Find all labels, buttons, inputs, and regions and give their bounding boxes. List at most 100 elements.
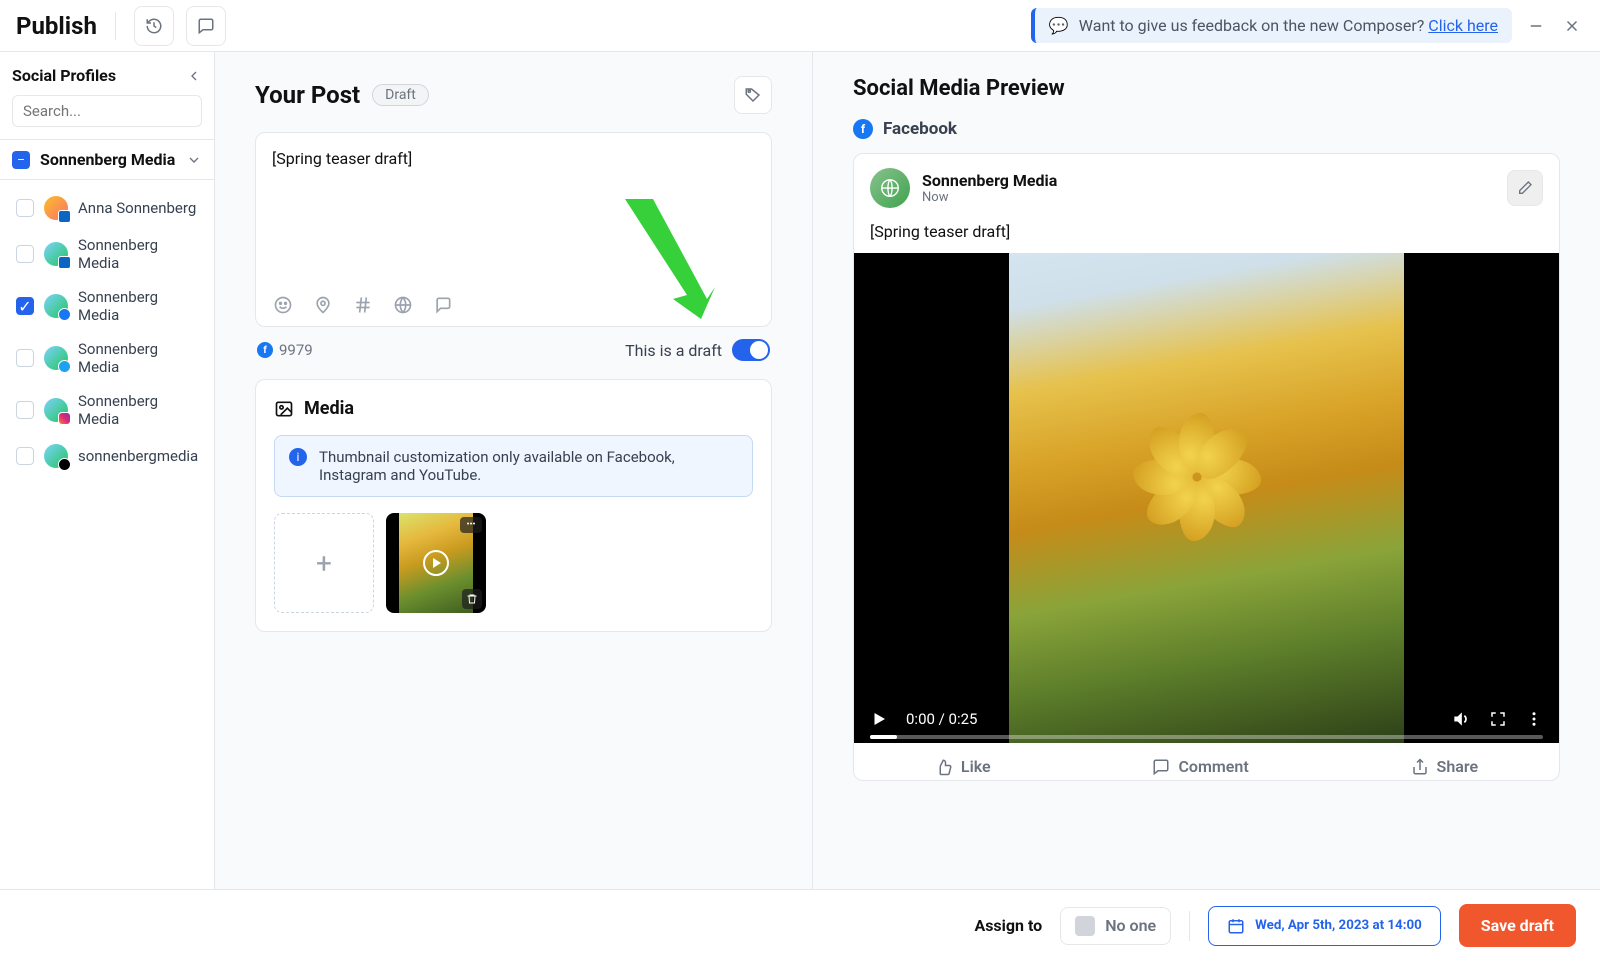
- minimize-button[interactable]: [1524, 14, 1548, 38]
- avatar-icon: [879, 177, 901, 199]
- calendar-icon: [1227, 917, 1245, 935]
- comment-button[interactable]: Comment: [1152, 757, 1248, 776]
- topbar: Publish 💬 Want to give us feedback on th…: [0, 0, 1600, 52]
- image-icon: [274, 399, 294, 419]
- composer-column: Your Post Draft [Spring teaser draft]: [215, 52, 813, 889]
- profile-checkbox[interactable]: ✓: [16, 297, 34, 315]
- preview-network-name: Facebook: [883, 119, 957, 139]
- feedback-text: Want to give us feedback on the new Comp…: [1079, 16, 1429, 35]
- edit-preview-button[interactable]: [1507, 170, 1543, 206]
- assign-select[interactable]: No one: [1060, 907, 1171, 945]
- profile-name: sonnenbergmedia: [78, 447, 198, 465]
- preview-network: f Facebook: [853, 119, 1560, 139]
- feedback-banner: 💬 Want to give us feedback on the new Co…: [1031, 8, 1512, 43]
- history-button[interactable]: [134, 6, 174, 46]
- profile-row[interactable]: Sonnenberg Media: [0, 228, 214, 280]
- post-title: Your Post: [255, 81, 360, 109]
- thumb-more-button[interactable]: •••: [460, 517, 482, 533]
- trash-icon: [466, 593, 478, 605]
- char-count-value: 9979: [279, 341, 313, 359]
- profile-checkbox[interactable]: [16, 245, 34, 263]
- footer: Assign to No one Wed, Apr 5th, 2023 at 1…: [0, 889, 1600, 961]
- minimize-icon: [1527, 17, 1545, 35]
- composer-textarea[interactable]: [Spring teaser draft]: [256, 133, 771, 283]
- media-title-row: Media: [274, 398, 753, 419]
- media-title: Media: [304, 398, 354, 419]
- group-checkbox-indeterminate[interactable]: –: [12, 151, 30, 169]
- media-thumbs: + •••: [274, 513, 753, 613]
- sidebar-title: Social Profiles: [12, 66, 116, 85]
- draft-toggle[interactable]: [732, 339, 770, 361]
- group-name: Sonnenberg Media: [40, 150, 176, 169]
- profile-group-header[interactable]: – Sonnenberg Media: [0, 139, 214, 180]
- profile-name: Sonnenberg Media: [78, 392, 198, 428]
- emoji-icon: [273, 295, 293, 315]
- pencil-icon: [1517, 180, 1533, 196]
- chat-button[interactable]: [186, 6, 226, 46]
- emoji-button[interactable]: [272, 294, 294, 316]
- play-button[interactable]: [870, 710, 888, 728]
- profile-avatar: [44, 398, 68, 422]
- like-button[interactable]: Like: [935, 757, 991, 776]
- preview-text: [Spring teaser draft]: [854, 222, 1559, 253]
- video-more-button[interactable]: [1525, 710, 1543, 728]
- hashtag-button[interactable]: [352, 294, 374, 316]
- globe-button[interactable]: [392, 294, 414, 316]
- profile-checkbox[interactable]: [16, 199, 34, 217]
- save-draft-button[interactable]: Save draft: [1459, 904, 1576, 947]
- divider: [115, 12, 116, 40]
- add-media-button[interactable]: +: [274, 513, 374, 613]
- comment-icon: 💬: [1049, 16, 1069, 35]
- preview-video[interactable]: 0:00 / 0:25: [854, 253, 1559, 743]
- profile-row[interactable]: ✓Sonnenberg Media: [0, 280, 214, 332]
- video-time: 0:00 / 0:25: [906, 710, 977, 728]
- profile-row[interactable]: sonnenbergmedia: [0, 436, 214, 476]
- preview-actions: Like Comment Share: [854, 743, 1559, 780]
- divider: [1189, 911, 1190, 941]
- thumb-delete-button[interactable]: [462, 589, 482, 609]
- tags-button[interactable]: [734, 76, 772, 114]
- draft-toggle-row: This is a draft: [625, 339, 770, 361]
- profile-avatar: [44, 242, 68, 266]
- preview-card: Sonnenberg Media Now [Spring teaser draf…: [853, 153, 1560, 781]
- location-button[interactable]: [312, 294, 334, 316]
- profile-avatar: [44, 196, 68, 220]
- volume-button[interactable]: [1451, 709, 1471, 729]
- sidebar-header: Social Profiles: [0, 52, 214, 95]
- schedule-value: Wed, Apr 5th, 2023 at 14:00: [1255, 918, 1422, 933]
- profile-row[interactable]: Sonnenberg Media: [0, 384, 214, 436]
- history-icon: [145, 17, 163, 35]
- kebab-icon: [1525, 710, 1543, 728]
- fullscreen-button[interactable]: [1489, 710, 1507, 728]
- hashtag-icon: [353, 295, 373, 315]
- profile-avatar: [44, 346, 68, 370]
- search-input-wrap[interactable]: [12, 95, 202, 127]
- draft-label: This is a draft: [625, 341, 722, 360]
- profile-checkbox[interactable]: [16, 447, 34, 465]
- search-input[interactable]: [23, 102, 222, 120]
- media-thumb[interactable]: •••: [386, 513, 486, 613]
- profiles-list: Anna SonnenbergSonnenberg Media✓Sonnenbe…: [0, 180, 214, 484]
- preview-column: Social Media Preview f Facebook Sonnenbe…: [813, 52, 1600, 889]
- preview-account-name: Sonnenberg Media: [922, 171, 1057, 190]
- profile-checkbox[interactable]: [16, 401, 34, 419]
- expand-group[interactable]: [186, 152, 202, 168]
- char-count: f 9979: [257, 341, 313, 359]
- profile-row[interactable]: Sonnenberg Media: [0, 332, 214, 384]
- profile-checkbox[interactable]: [16, 349, 34, 367]
- collapse-sidebar[interactable]: [186, 68, 202, 84]
- preview-title: Social Media Preview: [853, 76, 1560, 101]
- profile-row[interactable]: Anna Sonnenberg: [0, 188, 214, 228]
- schedule-button[interactable]: Wed, Apr 5th, 2023 at 14:00: [1208, 906, 1441, 946]
- thumb-icon: [935, 758, 953, 776]
- profile-name: Anna Sonnenberg: [78, 199, 196, 217]
- feedback-link[interactable]: Click here: [1428, 16, 1498, 35]
- close-button[interactable]: [1560, 14, 1584, 38]
- video-progress[interactable]: [870, 735, 1543, 739]
- play-icon: [423, 550, 449, 576]
- share-button[interactable]: Share: [1411, 757, 1479, 776]
- draft-badge: Draft: [372, 84, 429, 106]
- preview-avatar: [870, 168, 910, 208]
- assign-value: No one: [1105, 916, 1156, 935]
- snippet-button[interactable]: [432, 294, 454, 316]
